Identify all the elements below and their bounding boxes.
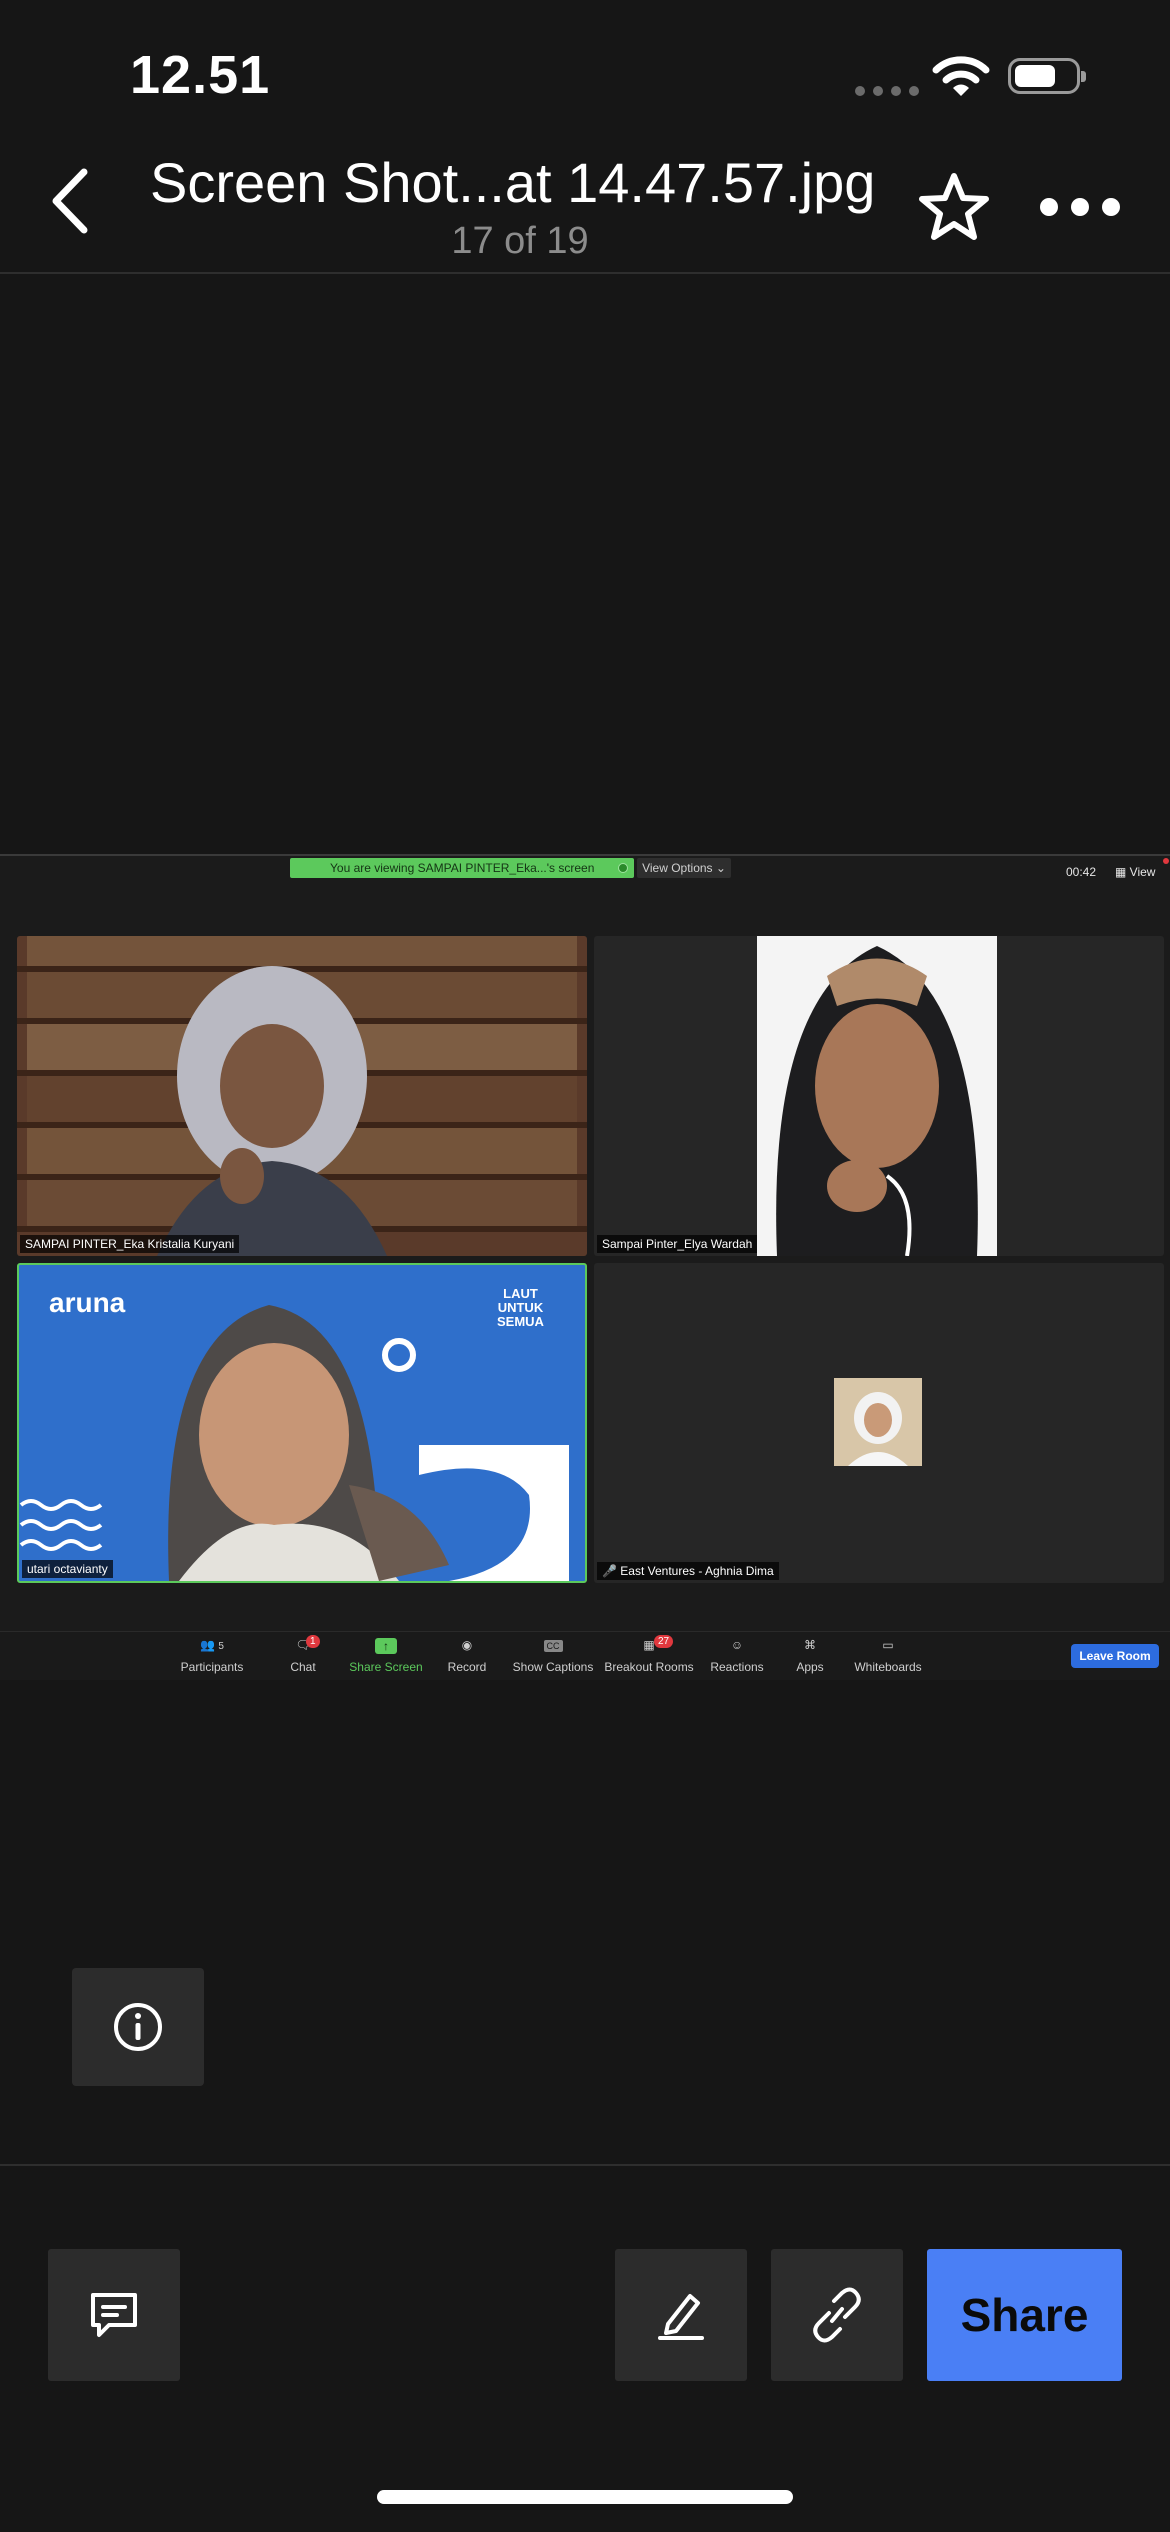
toolbar-participants: 👥 5 Participants bbox=[167, 1638, 257, 1674]
breakout-badge: 27 bbox=[654, 1635, 674, 1648]
copy-link-button[interactable] bbox=[771, 2249, 903, 2381]
video-tile-2: Sampai Pinter_Elya Wardah bbox=[594, 936, 1164, 1256]
recording-dot bbox=[1163, 858, 1169, 864]
wifi-icon bbox=[932, 56, 990, 96]
video-tile-1: SAMPAI PINTER_Eka Kristalia Kuryani bbox=[17, 936, 587, 1256]
toolbar-apps: ⌘ Apps bbox=[765, 1638, 855, 1674]
toolbar-breakout-rooms: ▦ 27 Breakout Rooms bbox=[604, 1635, 694, 1674]
view-options-label: View Options bbox=[642, 861, 713, 875]
toolbar-label: Share Screen bbox=[349, 1660, 423, 1674]
toolbar-label: Apps bbox=[796, 1660, 824, 1674]
bottom-divider bbox=[0, 2164, 1170, 2166]
captions-icon-text: CC bbox=[543, 1640, 563, 1652]
toolbar-label: Breakout Rooms bbox=[604, 1660, 694, 1674]
home-indicator[interactable] bbox=[377, 2490, 793, 2504]
share-screen-icon: ↑ bbox=[341, 1638, 431, 1656]
whiteboards-icon: ▭ bbox=[882, 1638, 894, 1652]
avatar bbox=[834, 1378, 922, 1466]
participant-name: utari octavianty bbox=[22, 1560, 113, 1578]
video-tile-3-active-speaker: aruna LAUT UNTUK SEMUA utari octavianty bbox=[17, 1263, 587, 1583]
record-icon: ◉ bbox=[461, 1638, 473, 1652]
viewing-banner-text: You are viewing SAMPAI PINTER_Eka...'s s… bbox=[330, 861, 595, 875]
star-icon[interactable] bbox=[918, 172, 990, 242]
breakout-rooms-icon: ▦ bbox=[643, 1638, 655, 1652]
share-button[interactable]: Share bbox=[927, 2249, 1122, 2381]
info-button[interactable] bbox=[72, 1968, 204, 2086]
chat-icon: 🗨 bbox=[295, 1638, 311, 1652]
file-counter: 17 of 19 bbox=[451, 220, 589, 262]
bookshelf-video-feed bbox=[17, 936, 587, 1256]
status-time: 12.51 bbox=[130, 45, 271, 105]
toolbar-show-captions: CC Show Captions bbox=[508, 1638, 598, 1674]
participant-name: Sampai Pinter_Elya Wardah bbox=[597, 1235, 758, 1253]
toolbar-label: Reactions bbox=[710, 1660, 764, 1674]
participant-name-text: East Ventures - Aghnia Dima bbox=[620, 1564, 774, 1578]
leave-room-button: Leave Room bbox=[1071, 1644, 1159, 1668]
participant-name: 🎤 East Ventures - Aghnia Dima bbox=[597, 1562, 779, 1580]
toolbar-label: Record bbox=[447, 1660, 487, 1674]
muted-mic-icon: 🎤 bbox=[602, 1564, 617, 1578]
link-icon bbox=[813, 2287, 861, 2343]
participant-video-feed bbox=[757, 936, 997, 1256]
comment-button[interactable] bbox=[48, 2249, 180, 2381]
comment-icon bbox=[91, 2293, 137, 2337]
participants-icon: 👥 5 bbox=[200, 1638, 224, 1652]
participant-name: SAMPAI PINTER_Eka Kristalia Kuryani bbox=[20, 1235, 240, 1253]
view-label: View bbox=[1129, 865, 1156, 879]
banner-status-icon bbox=[618, 863, 628, 873]
view-options-button: View Options ⌄ bbox=[637, 858, 731, 878]
toolbar-share-screen: ↑ Share Screen bbox=[341, 1638, 431, 1674]
apps-icon: ⌘ bbox=[804, 1638, 816, 1652]
toolbar-label: Participants bbox=[180, 1660, 244, 1674]
meeting-timer: 00:42 bbox=[1066, 865, 1097, 879]
cellular-signal-icon bbox=[855, 86, 919, 96]
video-tile-4: 🎤 East Ventures - Aghnia Dima bbox=[594, 1263, 1164, 1583]
chat-badge: 1 bbox=[306, 1635, 320, 1648]
participants-count: 5 bbox=[218, 1641, 224, 1652]
zoom-toolbar: 👥 5 Participants 🗨 1 Chat ↑ Share Screen… bbox=[0, 1631, 1170, 1680]
info-icon bbox=[114, 2003, 162, 2051]
file-title: Screen Shot...at 14.47.57.jpg bbox=[150, 151, 876, 214]
zoom-screenshot: You are viewing SAMPAI PINTER_Eka...'s s… bbox=[0, 854, 1170, 1680]
captions-icon: CC bbox=[508, 1638, 598, 1656]
battery-icon bbox=[1008, 58, 1086, 94]
toolbar-record: ◉ Record bbox=[422, 1638, 512, 1674]
edit-button[interactable] bbox=[615, 2249, 747, 2381]
toolbar-label: Chat bbox=[290, 1660, 316, 1674]
toolbar-whiteboards: ▭ Whiteboards bbox=[843, 1638, 933, 1674]
header-divider bbox=[0, 272, 1170, 274]
toolbar-chat: 🗨 1 Chat bbox=[258, 1635, 348, 1674]
view-menu-label: ▦ View bbox=[1115, 865, 1156, 879]
toolbar-label: Show Captions bbox=[512, 1660, 594, 1674]
participant-video-feed bbox=[19, 1305, 569, 1581]
viewing-banner: You are viewing SAMPAI PINTER_Eka...'s s… bbox=[290, 858, 634, 878]
more-options-icon[interactable] bbox=[1040, 198, 1120, 216]
toolbar-label: Whiteboards bbox=[854, 1660, 922, 1674]
pencil-icon bbox=[658, 2294, 704, 2340]
